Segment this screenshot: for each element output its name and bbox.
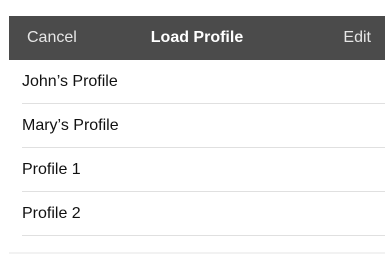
list-item-johns-profile[interactable]: John’s Profile [9, 60, 385, 104]
load-profile-screen: Cancel Load Profile Edit John’s Profile … [0, 0, 385, 254]
edit-button[interactable]: Edit [343, 16, 371, 60]
list-item-profile-2[interactable]: Profile 2 [9, 192, 385, 236]
navigation-bar: Cancel Load Profile Edit [9, 16, 385, 60]
page-title: Load Profile [150, 29, 244, 46]
list-item-profile-1[interactable]: Profile 1 [9, 148, 385, 192]
profile-list: John’s Profile Mary’s Profile Profile 1 … [9, 60, 385, 236]
list-item-marys-profile[interactable]: Mary’s Profile [9, 104, 385, 148]
